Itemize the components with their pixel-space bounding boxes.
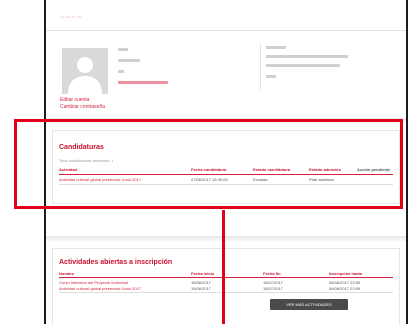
- table-row-rule: [59, 292, 393, 293]
- activity-deadline: 06/06/2017 23:59: [329, 286, 361, 291]
- address-text-line: [266, 55, 348, 58]
- col-estado-candidatura[interactable]: Estado candidatura: [253, 167, 290, 172]
- col-fecha-candidatura[interactable]: Fecha candidatura: [191, 167, 226, 172]
- col-fecha-fin[interactable]: Fecha fin: [263, 271, 281, 276]
- col-estado-admision[interactable]: Estado admisión: [309, 167, 341, 172]
- section-separator: [46, 118, 406, 123]
- col-fecha-inicio[interactable]: Fecha inicio: [191, 271, 214, 276]
- candidatura-status: Enviada: [253, 177, 268, 182]
- candidaturas-title: Candidaturas: [59, 144, 104, 151]
- change-password-link[interactable]: Cambiar contraseña: [60, 104, 105, 110]
- activity-deadline: 06/06/2017 23:59: [329, 280, 361, 285]
- activity-link[interactable]: Curso Intensivo del Proyecto individual: [59, 280, 128, 285]
- activity-start: 15/06/2017: [191, 286, 212, 291]
- profile-text-line: [118, 59, 140, 62]
- profile-email-line: [118, 81, 168, 84]
- user-silhouette-icon: [62, 48, 108, 94]
- address-text-line: [266, 46, 286, 49]
- candidaturas-card: Candidaturas Total candidaturas reciente…: [52, 130, 400, 204]
- candidatura-date: 07/06/2017 16:30:00: [191, 177, 228, 182]
- section-separator: [46, 236, 406, 241]
- edit-account-link[interactable]: Editar cuenta: [60, 97, 89, 103]
- frame-right-border: [406, 0, 408, 324]
- table-header-rule: [59, 174, 393, 175]
- col-nombre[interactable]: Nombre: [59, 271, 74, 276]
- candidatura-activity-link[interactable]: Actividad cultural global presencial Jun…: [59, 177, 141, 182]
- candidaturas-count: Total candidaturas recientes: 1: [59, 158, 114, 163]
- address-text-line: [266, 75, 276, 78]
- col-inscripcion-hasta[interactable]: Inscripción hasta: [329, 271, 362, 276]
- admission-status: Pdte admisión: [309, 177, 335, 182]
- profile-text-line: [118, 70, 124, 73]
- avatar: [62, 48, 108, 94]
- address-text-line: [266, 64, 340, 67]
- main-content: ~~~~ Editar cuenta Cambiar contraseña Ca…: [46, 0, 406, 324]
- actividades-card: Actividades abiertas a inscripción Nombr…: [52, 248, 400, 324]
- activity-end: 15/07/2017: [263, 280, 284, 285]
- col-actividad[interactable]: Actividad: [59, 167, 77, 172]
- activity-link[interactable]: Actividad cultural global presencial Jun…: [59, 286, 141, 291]
- profile-text-line: [118, 48, 128, 51]
- activity-end: 15/07/2017: [263, 286, 284, 291]
- table-header-rule: [59, 277, 393, 278]
- page: ~~~~ Editar cuenta Cambiar contraseña Ca…: [0, 0, 418, 324]
- site-logo[interactable]: ~~~~: [60, 12, 83, 22]
- table-row-rule: [59, 184, 393, 185]
- profile-divider: [260, 44, 261, 90]
- annotation-arrow-line: [222, 210, 225, 324]
- actividades-title: Actividades abiertas a inscripción: [59, 259, 173, 266]
- activity-start: 15/06/2017: [191, 280, 212, 285]
- header-divider: [46, 30, 406, 31]
- more-activities-button[interactable]: VER MÁS ACTIVIDADES: [270, 299, 348, 310]
- col-accion-pendiente: Acción pendiente: [357, 167, 391, 172]
